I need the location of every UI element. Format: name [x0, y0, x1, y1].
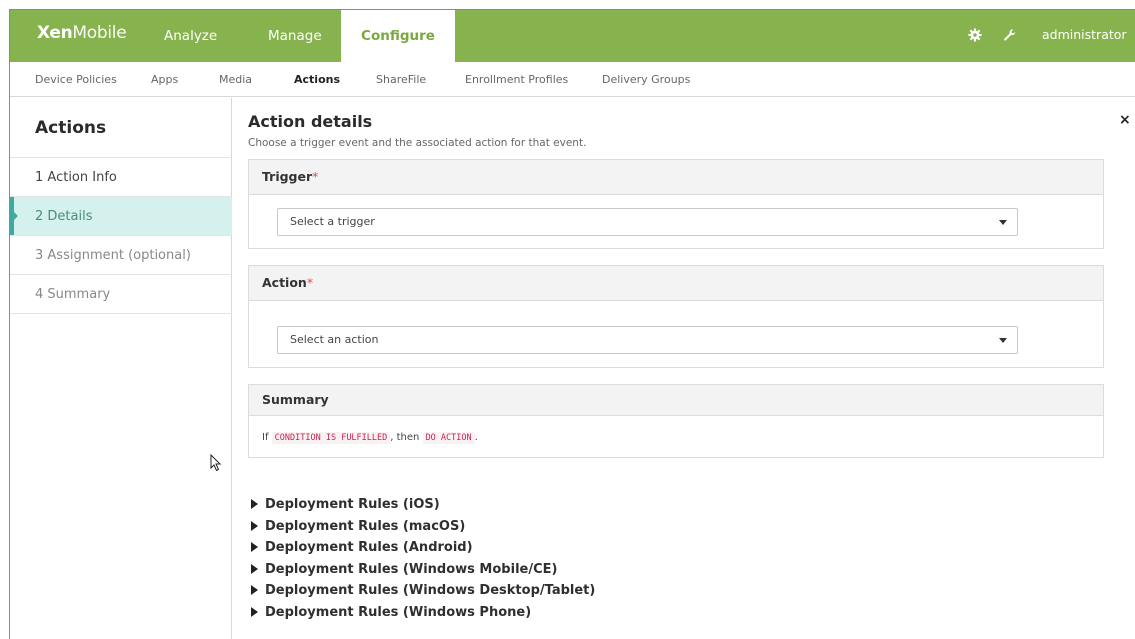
required-asterisk: * [312, 169, 319, 184]
xenmobile-logo[interactable]: XenMobile [37, 23, 127, 43]
triangle-right-icon [251, 499, 258, 509]
action-select[interactable]: Select an action [277, 326, 1018, 354]
chevron-down-icon [999, 338, 1007, 343]
subnav-media[interactable]: Media [219, 62, 252, 97]
nav-manage[interactable]: Manage [268, 10, 322, 62]
required-asterisk: * [306, 275, 314, 290]
triangle-right-icon [251, 520, 258, 531]
nav-analyze[interactable]: Analyze [164, 10, 217, 62]
action-panel: Action* Select an action [248, 265, 1104, 368]
triangle-right-icon [251, 585, 258, 595]
subnav-actions[interactable]: Actions [294, 62, 340, 97]
deployment-rules-ios[interactable]: Deployment Rules (iOS) [251, 494, 595, 516]
sidebar-title: Actions [35, 118, 107, 138]
nav-configure[interactable]: Configure [341, 10, 455, 64]
deployment-rules-windows-mobile[interactable]: Deployment Rules (Windows Mobile/CE) [251, 559, 595, 581]
deployment-rules-windows-desktop[interactable]: Deployment Rules (Windows Desktop/Tablet… [251, 580, 595, 602]
action-header: Action* [249, 266, 1103, 301]
summary-sentence: If CONDITION IS FULFILLED, then DO ACTIO… [262, 432, 478, 444]
step-details[interactable]: 2 Details [10, 196, 232, 236]
trigger-select-value: Select a trigger [290, 215, 375, 228]
trigger-header: Trigger* [249, 160, 1103, 195]
summary-panel: Summary If CONDITION IS FULFILLED, then … [248, 384, 1104, 458]
summary-header: Summary [249, 385, 1103, 416]
deployment-rules-windows-phone[interactable]: Deployment Rules (Windows Phone) [251, 602, 595, 624]
subnav-sharefile[interactable]: ShareFile [376, 62, 426, 97]
close-icon[interactable]: × [1119, 112, 1131, 128]
triangle-right-icon [251, 606, 258, 617]
subnav-device-policies[interactable]: Device Policies [35, 62, 117, 97]
gear-icon[interactable] [968, 28, 982, 42]
deployment-rules-android[interactable]: Deployment Rules (Android) [251, 537, 595, 559]
triangle-right-icon [251, 542, 258, 552]
username-label: administrator [1042, 27, 1127, 42]
trigger-label: Trigger [262, 169, 313, 184]
chevron-down-icon [999, 220, 1007, 225]
top-navigation-bar: XenMobile Analyze Manage Configure admin… [10, 10, 1135, 92]
step-details-label: 2 Details [35, 209, 93, 224]
action-select-value: Select an action [290, 333, 379, 346]
active-step-marker [10, 197, 18, 236]
trigger-select[interactable]: Select a trigger [277, 208, 1018, 236]
step-assignment[interactable]: 3 Assignment (optional) [10, 235, 232, 274]
user-menu[interactable]: administrator⌄ [1042, 10, 1135, 92]
trigger-panel: Trigger* Select a trigger [248, 159, 1104, 249]
deployment-rules-macos[interactable]: Deployment Rules (macOS) [251, 516, 595, 538]
page-subtitle: Choose a trigger event and the associate… [248, 137, 587, 149]
do-action-tag: DO ACTION [422, 432, 475, 444]
configure-subnav: Device Policies Apps Media Actions Share… [10, 62, 1135, 97]
step-summary[interactable]: 4 Summary [10, 274, 232, 314]
action-label: Action [262, 275, 307, 290]
condition-tag: CONDITION IS FULFILLED [271, 432, 391, 444]
subnav-enrollment-profiles[interactable]: Enrollment Profiles [465, 62, 568, 97]
step-action-info[interactable]: 1 Action Info [10, 157, 232, 196]
triangle-right-icon [251, 563, 258, 574]
subnav-delivery-groups[interactable]: Delivery Groups [602, 62, 690, 97]
subnav-apps[interactable]: Apps [151, 62, 178, 97]
page-title: Action details [248, 112, 373, 131]
mouse-cursor-icon [210, 454, 222, 472]
deployment-rules-list: Deployment Rules (iOS) Deployment Rules … [251, 494, 595, 623]
wrench-icon[interactable] [1003, 28, 1017, 42]
wizard-sidebar: Actions 1 Action Info 2 Details 3 Assign… [10, 98, 232, 639]
